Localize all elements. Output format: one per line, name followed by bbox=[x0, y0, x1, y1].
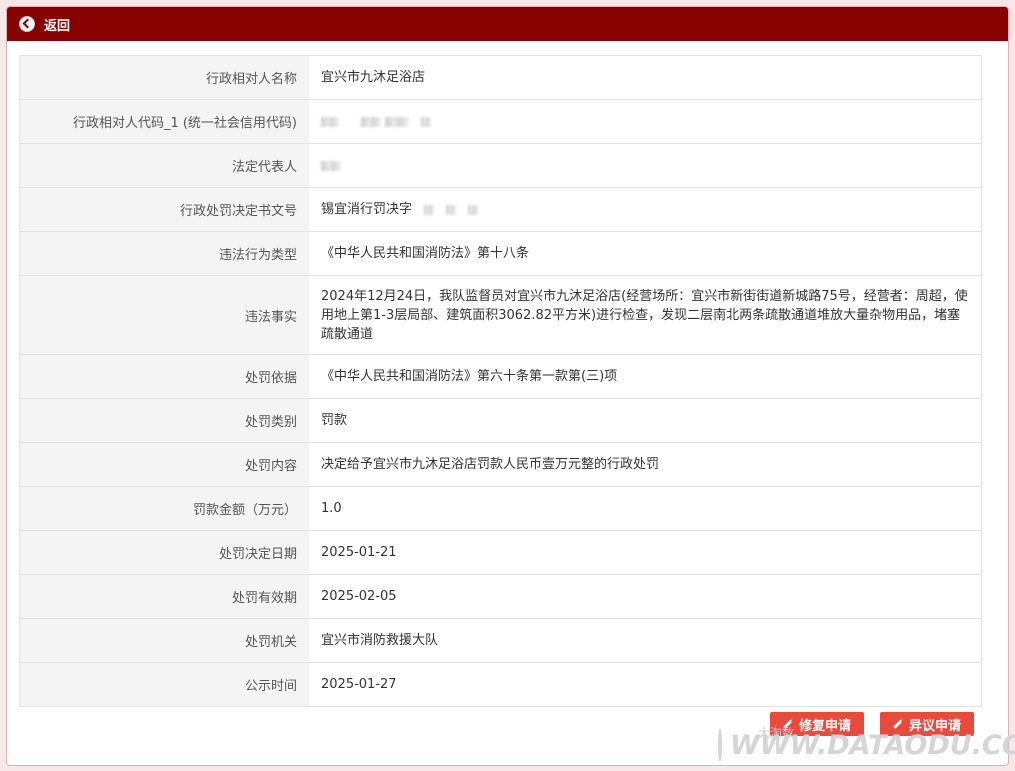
field-value-redacted bbox=[309, 99, 982, 144]
field-label: 违法事实 bbox=[19, 275, 309, 355]
redacted-block bbox=[385, 116, 410, 127]
table-row: 违法行为类型 《中华人民共和国消防法》第十八条 bbox=[19, 231, 982, 276]
action-buttons: 修复申请 异议申请 bbox=[770, 712, 974, 736]
field-value: 《中华人民共和国消防法》第六十条第一款第(三)项 bbox=[309, 354, 982, 399]
field-value: 罚款 bbox=[309, 398, 982, 443]
field-label: 处罚决定日期 bbox=[19, 530, 309, 575]
field-value: 2025-01-27 bbox=[309, 662, 982, 707]
table-row: 处罚有效期 2025-02-05 bbox=[19, 574, 982, 619]
field-value: 1.0 bbox=[309, 486, 982, 531]
redacted-block bbox=[321, 160, 341, 171]
field-value: 决定给予宜兴市九沐足浴店罚款人民币壹万元整的行政处罚 bbox=[309, 442, 982, 487]
field-label: 处罚类别 bbox=[19, 398, 309, 443]
table-row: 处罚内容 决定给予宜兴市九沐足浴店罚款人民币壹万元整的行政处罚 bbox=[19, 442, 982, 487]
field-value: 2025-01-21 bbox=[309, 530, 982, 575]
redacted-block bbox=[468, 204, 479, 215]
table-row: 处罚类别 罚款 bbox=[19, 398, 982, 443]
field-label: 罚款金额（万元） bbox=[19, 486, 309, 531]
pencil-icon bbox=[783, 719, 792, 729]
repair-request-label: 修复申请 bbox=[798, 718, 851, 734]
field-value-redacted bbox=[309, 143, 982, 188]
field-value: 2025-02-05 bbox=[309, 574, 982, 619]
field-label: 公示时间 bbox=[19, 662, 309, 707]
table-row: 行政相对人名称 宜兴市九沐足浴店 bbox=[19, 55, 982, 100]
field-value: 锡宜消行罚决字 bbox=[309, 187, 982, 232]
field-value: 宜兴市消防救援大队 bbox=[309, 618, 982, 663]
table-row: 处罚机关 宜兴市消防救援大队 bbox=[19, 618, 982, 663]
field-label: 处罚有效期 bbox=[19, 574, 309, 619]
doc-number-prefix: 锡宜消行罚决字 bbox=[321, 202, 413, 217]
objection-request-button[interactable]: 异议申请 bbox=[880, 712, 974, 736]
redacted-block bbox=[361, 116, 382, 127]
field-label: 法定代表人 bbox=[19, 143, 309, 188]
redacted-block bbox=[421, 116, 432, 127]
table-row: 公示时间 2025-01-27 bbox=[19, 662, 982, 707]
table-row: 处罚决定日期 2025-01-21 bbox=[19, 530, 982, 575]
field-label: 违法行为类型 bbox=[19, 231, 309, 276]
back-icon[interactable] bbox=[19, 16, 35, 32]
field-value: 宜兴市九沐足浴店 bbox=[309, 55, 982, 100]
back-button[interactable]: 返回 bbox=[44, 15, 70, 34]
field-label: 行政相对人代码_1 (统一社会信用代码) bbox=[19, 99, 309, 144]
table-row: 行政相对人代码_1 (统一社会信用代码) bbox=[19, 99, 982, 144]
repair-request-button[interactable]: 修复申请 bbox=[770, 712, 864, 736]
redacted-block bbox=[446, 204, 457, 215]
field-label: 处罚依据 bbox=[19, 354, 309, 399]
table-row: 处罚依据 《中华人民共和国消防法》第六十条第一款第(三)项 bbox=[19, 354, 982, 399]
field-label: 处罚内容 bbox=[19, 442, 309, 487]
top-bar: 返回 bbox=[7, 7, 1008, 41]
table-row: 法定代表人 bbox=[19, 143, 982, 188]
field-label: 行政处罚决定书文号 bbox=[19, 187, 309, 232]
field-label: 处罚机关 bbox=[19, 618, 309, 663]
field-value: 2024年12月24日，我队监督员对宜兴市九沐足浴店(经营场所：宜兴市新街街道新… bbox=[309, 275, 982, 355]
table-row: 行政处罚决定书文号 锡宜消行罚决字 bbox=[19, 187, 982, 232]
table-row: 罚款金额（万元） 1.0 bbox=[19, 486, 982, 531]
field-label: 行政相对人名称 bbox=[19, 55, 309, 100]
objection-request-label: 异议申请 bbox=[908, 718, 961, 734]
table-row: 违法事实 2024年12月24日，我队监督员对宜兴市九沐足浴店(经营场所：宜兴市… bbox=[19, 275, 982, 355]
redacted-block bbox=[321, 116, 339, 127]
redacted-block bbox=[424, 204, 435, 215]
detail-table-wrap: 行政相对人名称 宜兴市九沐足浴店 行政相对人代码_1 (统一社会信用代码) 法定… bbox=[19, 55, 982, 707]
detail-table: 行政相对人名称 宜兴市九沐足浴店 行政相对人代码_1 (统一社会信用代码) 法定… bbox=[19, 55, 982, 707]
pencil-icon bbox=[893, 719, 902, 729]
field-value: 《中华人民共和国消防法》第十八条 bbox=[309, 231, 982, 276]
